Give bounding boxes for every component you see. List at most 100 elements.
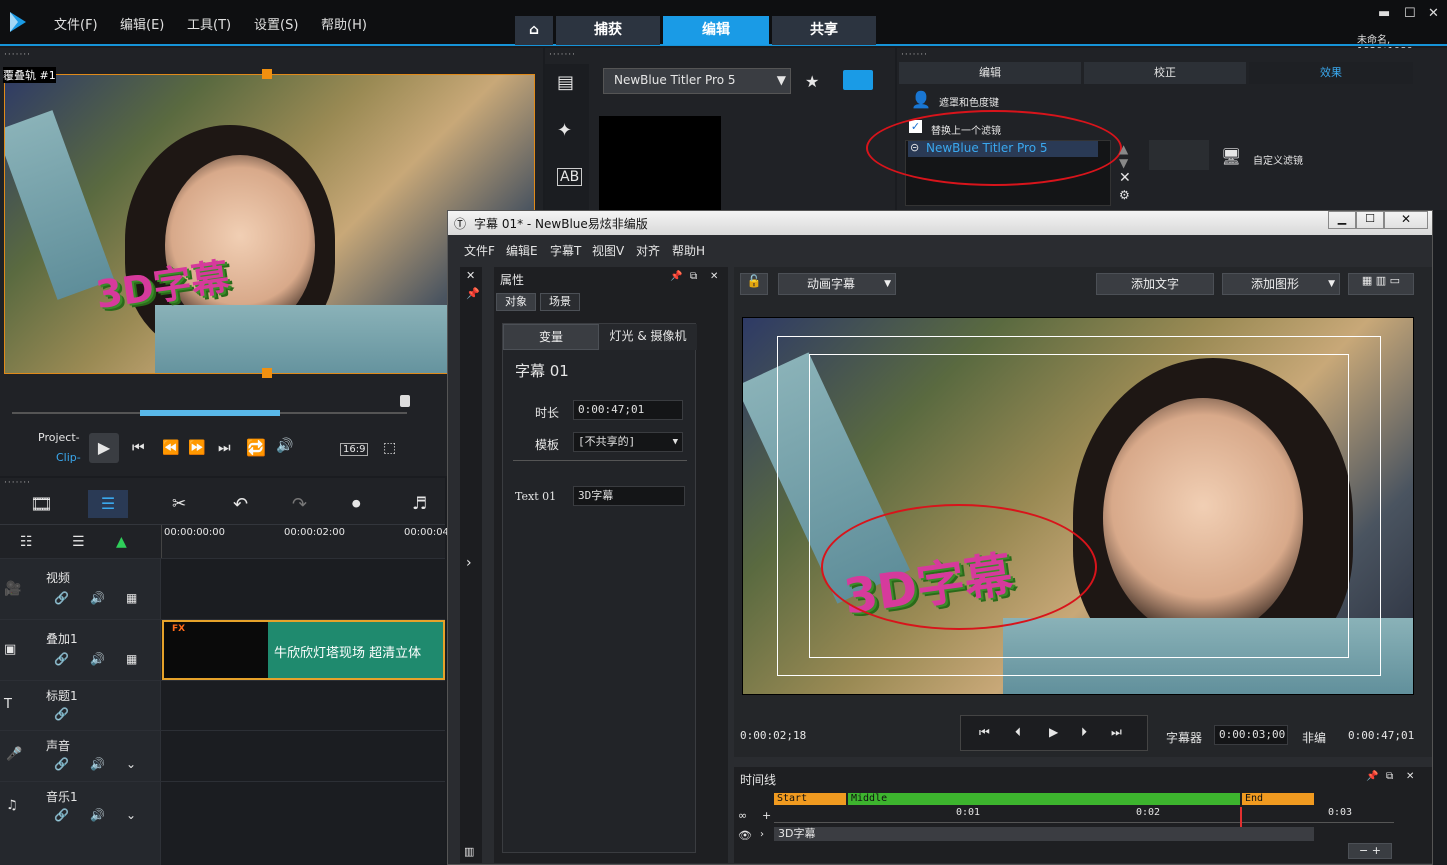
undo-icon[interactable]: ↶ xyxy=(233,494,248,515)
duration-field[interactable]: 0:00:47;01 xyxy=(573,400,683,420)
dialog-menu-file[interactable]: 文件F xyxy=(464,242,495,259)
pin-icon[interactable]: 📌 xyxy=(1366,771,1378,782)
segment-middle[interactable]: Middle xyxy=(848,793,1240,805)
tab-edit-options[interactable]: 编辑 xyxy=(899,62,1081,84)
skip-end-icon[interactable]: ⏭ xyxy=(1111,725,1122,740)
template-select[interactable]: [不共享的] ▼ xyxy=(573,432,683,452)
grid-icon[interactable]: ▦ xyxy=(126,591,137,605)
float-icon[interactable]: ⧉ xyxy=(690,271,697,282)
dialog-menu-view[interactable]: 视图V xyxy=(592,242,624,259)
visibility-icon[interactable]: 👁 xyxy=(738,829,752,842)
handle-top[interactable] xyxy=(262,69,272,79)
crop-icon[interactable]: ⬚ xyxy=(383,440,396,456)
segment-end[interactable]: End xyxy=(1242,793,1314,805)
storyboard-view-icon[interactable]: 🎞 xyxy=(30,494,53,515)
expand-icon[interactable]: › xyxy=(760,829,764,840)
dialog-maximize-icon[interactable]: ☐ xyxy=(1356,211,1384,229)
delete-filter-icon[interactable]: ✕ xyxy=(1119,170,1131,186)
filter-thumbnail[interactable] xyxy=(599,116,721,210)
play-icon[interactable]: ▶ xyxy=(1049,725,1058,739)
title-icon[interactable]: AB xyxy=(557,168,583,186)
tab-effects[interactable]: 效果 xyxy=(1249,62,1413,84)
minimize-icon[interactable]: ▬ xyxy=(1378,6,1390,21)
expand-panel-icon[interactable]: › xyxy=(466,555,472,571)
tab-light-camera[interactable]: 灯光 & 摄像机 xyxy=(599,324,697,350)
mute-icon[interactable]: 🔊 xyxy=(90,652,105,666)
zoom-buttons[interactable]: − + xyxy=(1348,843,1392,859)
timeline-view-button[interactable]: ☰ xyxy=(88,490,128,518)
link-icon[interactable]: 🔗 xyxy=(54,808,69,822)
link-icon[interactable]: 🔗 xyxy=(54,757,69,771)
favorite-icon[interactable]: ★ xyxy=(805,72,819,91)
expand-icon[interactable]: ⌄ xyxy=(126,757,136,771)
timeline-track[interactable]: 3D字幕 xyxy=(774,827,1314,841)
loop-icon[interactable]: ∞ xyxy=(738,809,747,822)
prev-frame-icon[interactable]: ⏪ xyxy=(162,440,179,456)
custom-filter-link[interactable]: 自定义滤镜 xyxy=(1253,152,1303,167)
close-panel-icon[interactable]: ✕ xyxy=(1406,771,1414,782)
next-frame-icon[interactable]: ⏵ xyxy=(1081,725,1087,740)
skip-start-icon[interactable]: ⏮ xyxy=(132,440,145,456)
track-manager-icon[interactable]: ☷ xyxy=(20,534,33,550)
animate-dropdown[interactable]: 动画字幕 ▼ xyxy=(778,273,896,295)
add-shape-dropdown[interactable]: 添加图形 ▼ xyxy=(1222,273,1340,295)
mute-icon[interactable]: 🔊 xyxy=(90,808,105,822)
add-text-button[interactable]: 添加文字 xyxy=(1096,273,1214,295)
dialog-menu-align[interactable]: 对齐 xyxy=(636,242,660,259)
title-canvas[interactable]: 3D字幕 xyxy=(742,317,1414,695)
audio-mixer-icon[interactable]: ♬ xyxy=(412,494,427,514)
trim-range[interactable] xyxy=(140,410,280,416)
title-ruler[interactable]: 0:01 0:02 0:03 xyxy=(774,807,1394,837)
tab-capture[interactable]: 捕获 xyxy=(556,16,660,45)
dock-library-icon[interactable]: ▥ xyxy=(464,845,474,858)
mute-icon[interactable]: 🔊 xyxy=(90,591,105,605)
tools-icon[interactable]: ✂ xyxy=(172,494,186,514)
expand-icon[interactable]: ⌄ xyxy=(126,808,136,822)
add-track-icon[interactable]: ☰ xyxy=(72,534,85,550)
filter-settings-icon[interactable]: ⚙ xyxy=(1119,188,1130,202)
skip-end-icon[interactable]: ⏭ xyxy=(218,440,231,456)
dock-pin-icon[interactable]: 📌 xyxy=(466,287,480,300)
mask-chroma-label[interactable]: 遮罩和色度键 xyxy=(939,94,999,109)
maximize-icon[interactable]: ☐ xyxy=(1404,6,1416,21)
tab-scene[interactable]: 场景 xyxy=(540,293,580,311)
menu-edit[interactable]: 编辑(E) xyxy=(120,14,164,33)
link-icon[interactable]: 🔗 xyxy=(54,652,69,666)
dialog-menu-title[interactable]: 字幕T xyxy=(550,242,581,259)
overlay-clip[interactable]: FX 牛欣欣灯塔现场 超清立体 xyxy=(162,620,445,680)
project-mode[interactable]: Project- xyxy=(38,431,80,444)
menu-tools[interactable]: 工具(T) xyxy=(187,14,231,33)
pin-icon[interactable]: 📌 xyxy=(670,271,682,282)
dialog-minimize-icon[interactable]: ▁ xyxy=(1328,211,1356,229)
home-button[interactable]: ⌂ xyxy=(515,16,553,45)
caption-time-field[interactable]: 0:00:03;00 xyxy=(1214,725,1288,745)
play-button[interactable]: ▶ xyxy=(89,433,119,463)
dialog-close-icon[interactable]: ✕ xyxy=(1384,211,1428,229)
handle-bottom[interactable] xyxy=(262,368,272,378)
menu-file[interactable]: 文件(F) xyxy=(54,14,98,33)
volume-icon[interactable]: 🔊 xyxy=(276,438,293,454)
link-icon[interactable]: 🔗 xyxy=(54,591,69,605)
aspect-ratio-button[interactable]: 16:9 xyxy=(340,443,369,456)
tab-object[interactable]: 对象 xyxy=(496,293,536,311)
link-icon[interactable]: 🔗 xyxy=(54,707,69,721)
prev-frame-icon[interactable]: ⏴ xyxy=(1015,725,1021,740)
move-up-icon[interactable]: ▲ xyxy=(1119,142,1128,156)
close-icon[interactable]: ✕ xyxy=(1428,6,1439,21)
chapter-marker-icon[interactable]: ▲ xyxy=(116,534,127,550)
redo-icon[interactable]: ↷ xyxy=(292,494,307,515)
grid-icon[interactable]: ▦ xyxy=(126,652,137,666)
move-down-icon[interactable]: ▼ xyxy=(1119,156,1128,170)
lock-button[interactable]: 🔓 xyxy=(740,273,768,295)
dock-close-icon[interactable]: ✕ xyxy=(466,269,475,282)
media-icon[interactable]: ▤ xyxy=(557,72,574,93)
playhead-marker[interactable] xyxy=(400,395,410,407)
clip-mode[interactable]: Clip- xyxy=(56,451,81,464)
add-keyframe-icon[interactable]: + xyxy=(762,809,771,822)
float-icon[interactable]: ⧉ xyxy=(1386,771,1393,782)
tab-share[interactable]: 共享 xyxy=(772,16,876,45)
segment-start[interactable]: Start xyxy=(774,793,846,805)
grid-buttons[interactable]: ▦ ▥ ▭ xyxy=(1348,273,1414,295)
tab-edit[interactable]: 编辑 xyxy=(663,16,769,45)
skip-start-icon[interactable]: ⏮ xyxy=(979,725,990,740)
